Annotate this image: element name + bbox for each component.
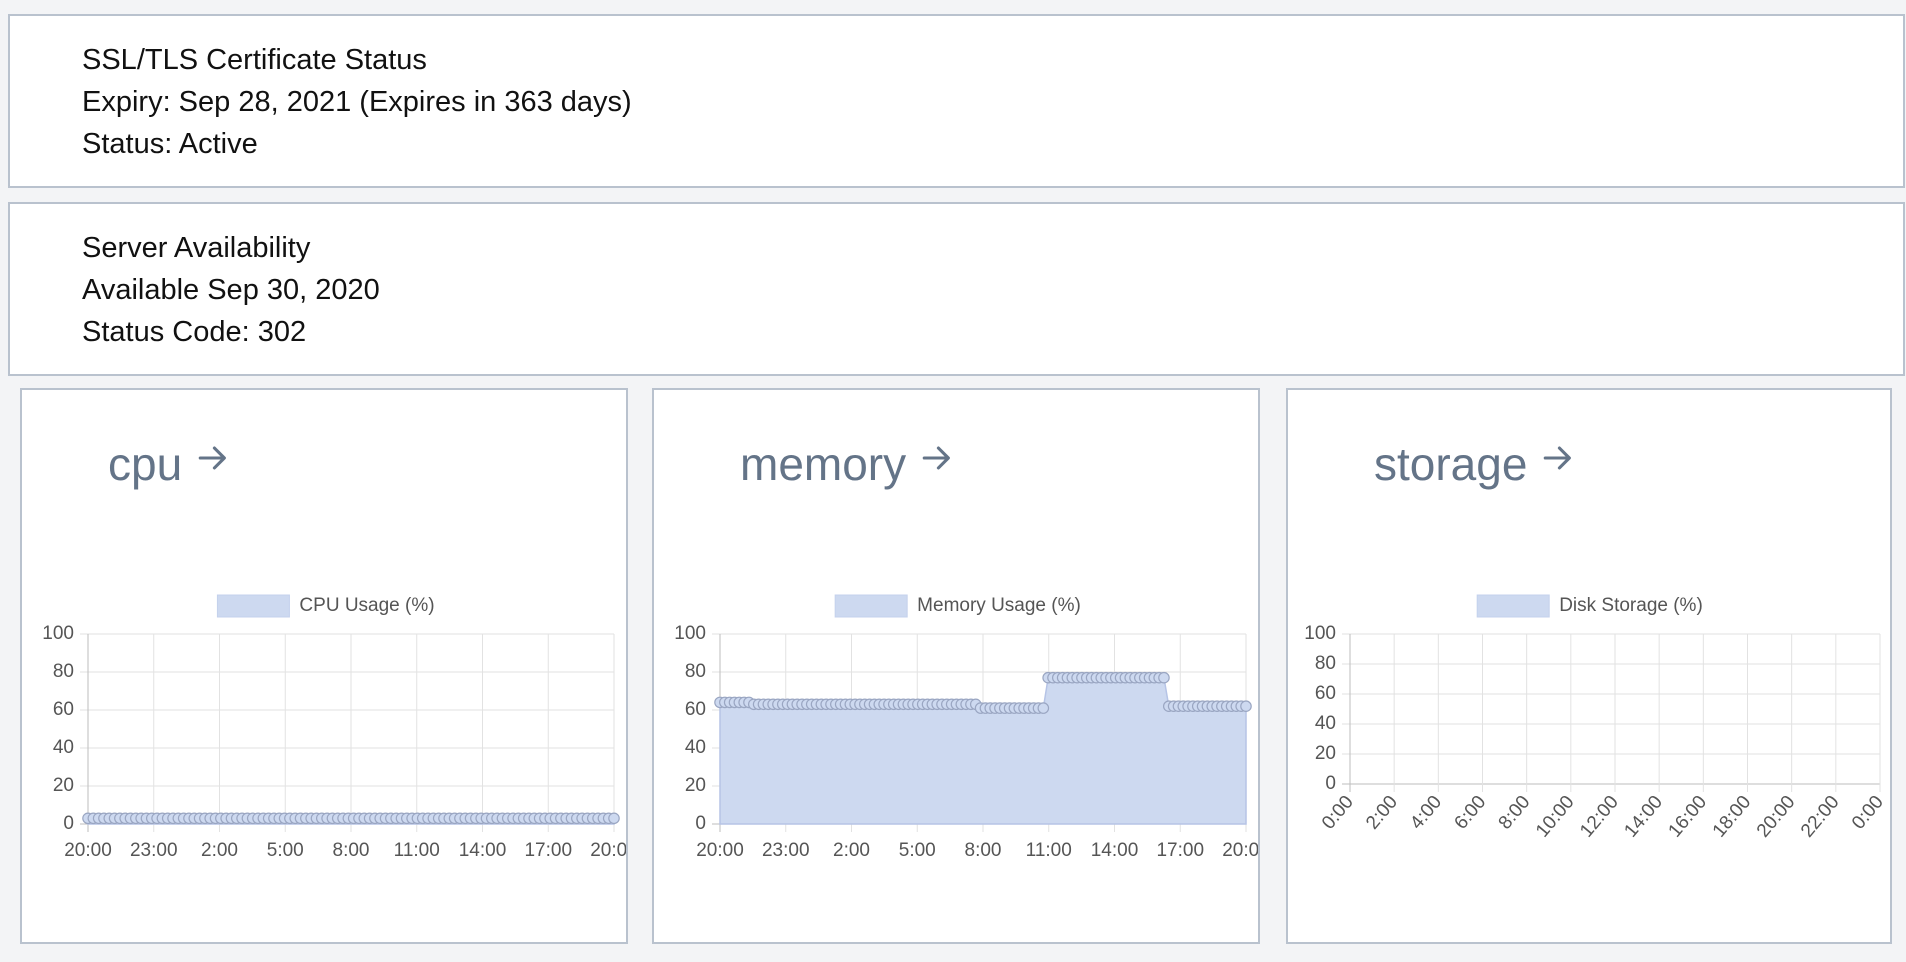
y-tick-label: 40 — [685, 737, 706, 758]
x-tick-label: 17:00 — [524, 840, 572, 861]
x-tick-label: 20:00 — [696, 840, 744, 861]
x-tick-label: 0:00 — [1318, 792, 1358, 834]
x-tick-label: 22:00 — [1797, 792, 1844, 842]
x-tick-label: 2:00 — [201, 840, 238, 861]
y-tick-label: 20 — [53, 775, 74, 796]
availability-date: Available Sep 30, 2020 — [82, 274, 380, 306]
y-tick-label: 80 — [1315, 653, 1336, 674]
x-tick-label: 2:00 — [1362, 792, 1402, 834]
data-point — [1158, 671, 1170, 684]
y-tick-label: 100 — [42, 623, 74, 644]
legend-label: CPU Usage (%) — [299, 595, 434, 616]
legend-label: Memory Usage (%) — [917, 595, 1081, 616]
x-tick-label: 8:00 — [965, 840, 1002, 861]
legend-swatch — [216, 594, 290, 618]
x-tick-label: 20:00 — [1222, 840, 1258, 861]
x-tick-label: 5:00 — [899, 840, 936, 861]
data-point — [1037, 702, 1050, 714]
x-tick-label: 16:00 — [1665, 792, 1712, 842]
cpu-card: cpu CPU Usage (%) 0 20 40 60 80 100 20:00 23:00 2… — [20, 388, 628, 944]
y-tick-label: 60 — [1315, 683, 1336, 704]
y-tick-label: 0 — [63, 813, 74, 834]
x-tick-label: 20:00 — [1753, 792, 1800, 842]
legend-label: Disk Storage (%) — [1559, 595, 1703, 616]
y-tick-label: 40 — [53, 737, 74, 758]
cpu-usage-chart: CPU Usage (%) 0 20 40 60 80 100 20:00 23:00 2:00 5… — [42, 594, 626, 861]
x-tick-label: 8:00 — [333, 840, 370, 861]
x-tick-label: 12:00 — [1576, 792, 1623, 842]
server-availability-card: Server Availability Available Sep 30, 20… — [8, 202, 1905, 376]
x-tick-label: 23:00 — [130, 840, 178, 861]
x-tick-label: 2:00 — [833, 840, 870, 861]
x-tick-label: 18:00 — [1709, 792, 1756, 842]
y-tick-label: 80 — [685, 661, 706, 682]
disk-storage-chart: Disk Storage (%)0204060801000:00 2:00 4:00… — [1304, 594, 1888, 842]
y-tick-label: 60 — [685, 699, 706, 720]
x-tick-label: 20:00 — [64, 840, 112, 861]
y-tick-label: 80 — [53, 661, 74, 682]
availability-status-code: Status Code: 302 — [82, 316, 307, 348]
y-tick-label: 20 — [1315, 743, 1336, 764]
x-tick-label: 23:00 — [762, 840, 810, 861]
memory-usage-chart: Memory Usage (%) 0 20 40 60 80 100 20:00 23:00 2:… — [674, 594, 1258, 861]
x-tick-label: 11:00 — [1026, 840, 1072, 861]
memory-card: memory Memory Usage (%) 0 20 40 60 80 100 20:00… — [652, 388, 1260, 944]
y-tick-label: 100 — [1304, 623, 1336, 644]
ssl-expiry: Expiry: Sep 28, 2021 (Expires in 363 day… — [82, 86, 632, 118]
data-point — [608, 812, 620, 825]
x-tick-label: 20:00 — [590, 840, 626, 861]
y-tick-label: 20 — [685, 775, 706, 796]
data-point — [1240, 700, 1252, 712]
x-tick-label: 5:00 — [267, 840, 304, 861]
y-tick-label: 0 — [695, 813, 706, 834]
y-tick-label: 60 — [53, 699, 74, 720]
ssl-status: Status: Active — [82, 128, 258, 160]
storage-card: storage Disk Storage (%) 0 20 40 60 80 100 0:00… — [1286, 388, 1892, 944]
x-tick-label: 11:00 — [394, 840, 440, 861]
x-tick-label: 8:00 — [1495, 792, 1535, 834]
x-tick-label: 17:00 — [1156, 840, 1204, 861]
ssl-title: SSL/TLS Certificate Status — [82, 44, 427, 76]
legend-swatch — [1476, 594, 1550, 618]
legend-swatch — [834, 594, 908, 618]
x-tick-label: 6:00 — [1450, 792, 1490, 834]
availability-title: Server Availability — [82, 232, 311, 264]
ssl-status-card: SSL/TLS Certificate Status Expiry: Sep 2… — [8, 14, 1905, 188]
y-tick-label: 40 — [1315, 713, 1336, 734]
x-tick-label: 10:00 — [1532, 792, 1579, 842]
x-tick-label: 0:00 — [1848, 792, 1888, 834]
y-tick-label: 0 — [1325, 773, 1336, 794]
x-tick-label: 14:00 — [459, 840, 507, 861]
x-tick-label: 14:00 — [1620, 792, 1667, 842]
x-tick-label: 14:00 — [1091, 840, 1139, 861]
y-tick-label: 100 — [674, 623, 706, 644]
x-tick-label: 4:00 — [1406, 792, 1446, 834]
